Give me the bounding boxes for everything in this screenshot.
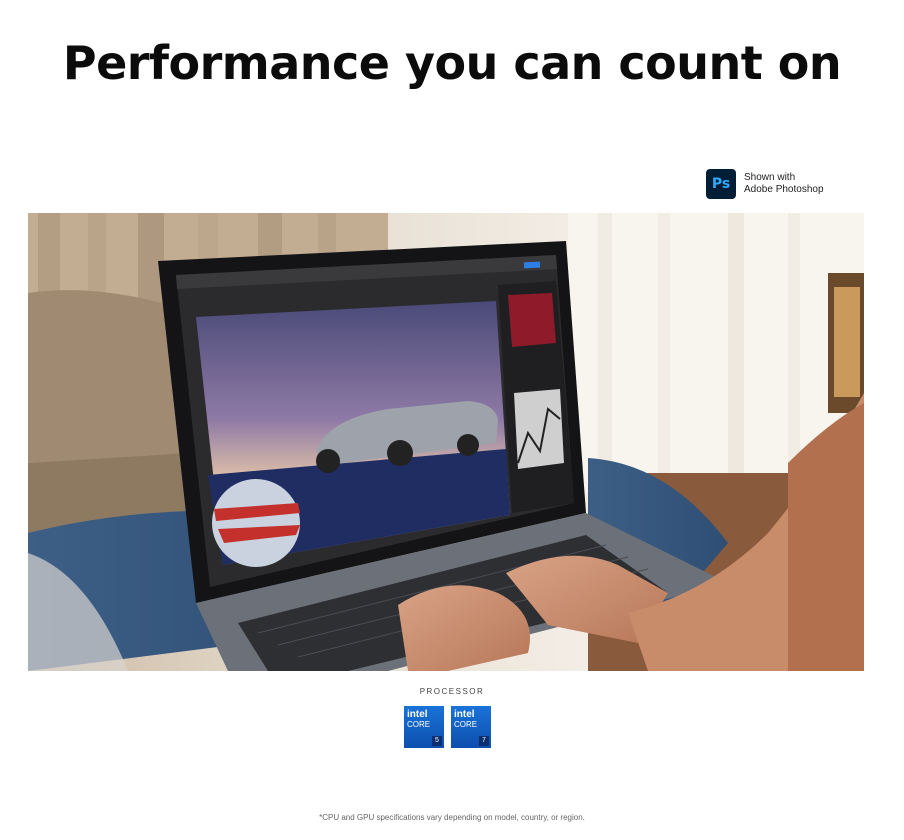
disclaimer: *CPU and GPU specifications vary dependi… (319, 813, 585, 822)
laptop-photoshop-photo-icon (28, 213, 864, 671)
headline: Performance you can count on (62, 36, 842, 90)
intel-core-5-logo: intel CORE 5 (404, 706, 444, 748)
intel-product-text: CORE (454, 720, 478, 729)
intel-tier-text: 7 (479, 736, 489, 746)
photoshop-caption-line2: Adobe Photoshop (744, 184, 824, 195)
photoshop-caption-line1: Shown with (744, 172, 796, 183)
hero-photo (28, 213, 864, 671)
intel-tier-text: 5 (432, 736, 442, 746)
intel-product-text: CORE (407, 720, 431, 729)
photoshop-caption: Shown with Adobe Photoshop (744, 172, 824, 196)
intel-core-7-logo: intel CORE 7 (451, 706, 491, 748)
photoshop-badge: Ps Shown with Adobe Photoshop (706, 169, 824, 199)
intel-brand-text: intel (407, 709, 428, 720)
intel-brand-text: intel (454, 709, 475, 720)
photoshop-icon: Ps (706, 169, 736, 199)
processor-label: PROCESSOR (419, 687, 485, 696)
intel-badges: intel CORE 5 intel CORE 7 (404, 706, 491, 748)
